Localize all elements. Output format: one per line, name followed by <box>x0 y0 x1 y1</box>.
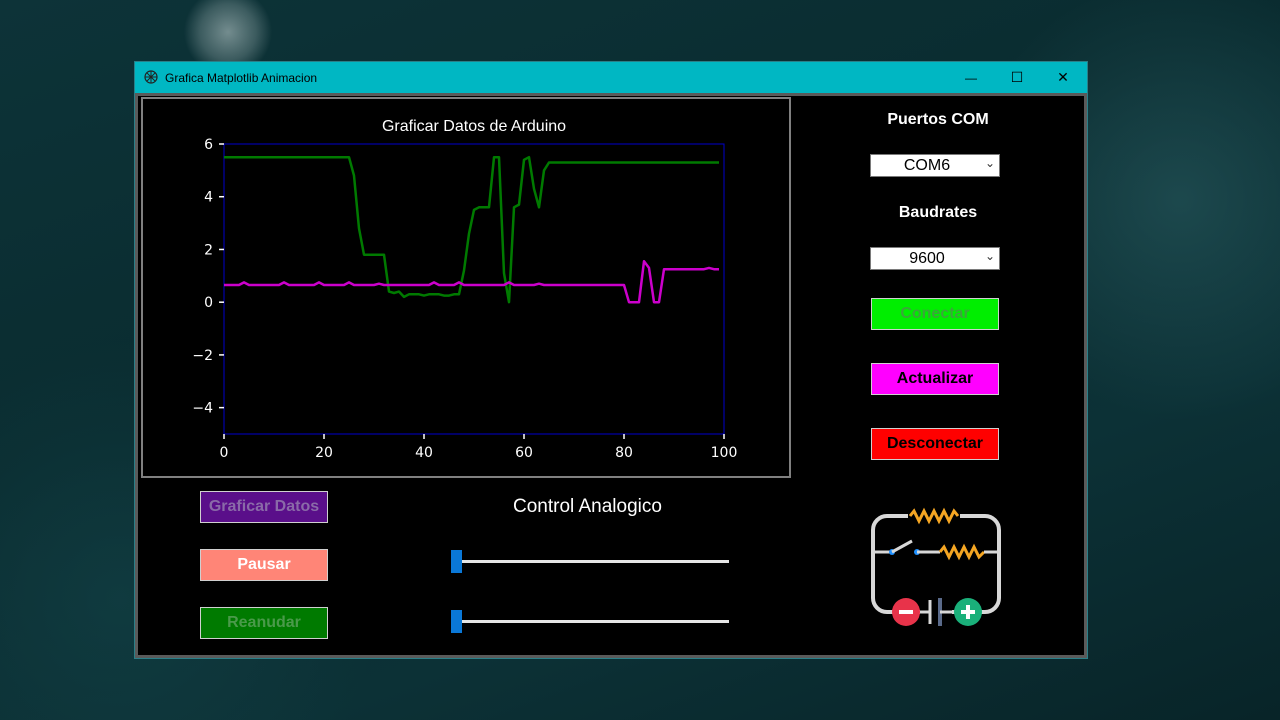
plot-axes-frame <box>223 143 725 435</box>
minimize-icon: — <box>965 71 977 85</box>
chart-title: Graficar Datos de Arduino <box>382 118 566 135</box>
x-tick-label: 80 <box>615 445 633 461</box>
series-line-1 <box>224 155 719 304</box>
x-tick-label: 40 <box>415 445 433 461</box>
close-button[interactable]: ✕ <box>1040 62 1086 93</box>
slider-track[interactable] <box>453 620 729 623</box>
close-icon: ✕ <box>1057 69 1069 85</box>
pause-button[interactable]: Pausar <box>200 549 328 581</box>
baud-select-value: 9600 <box>909 250 945 267</box>
y-tick-label: 2 <box>204 242 213 258</box>
line-chart: Graficar Datos de Arduino0 20 40 60 80 100642… <box>192 118 738 461</box>
x-tick-label: 0 <box>220 445 229 461</box>
window-title: Grafica Matplotlib Animacion <box>165 71 318 85</box>
refresh-button[interactable]: Actualizar <box>871 363 999 395</box>
y-tick-label: −2 <box>192 348 213 364</box>
minimize-button[interactable]: — <box>948 62 994 93</box>
title-bar[interactable]: Grafica Matplotlib Animacion — ☐ ✕ <box>135 62 1087 93</box>
plot-data-button[interactable]: Graficar Datos <box>200 491 328 523</box>
window-client-area: Graficar Datos de Arduino 0 20 40 60 80 100 6 4 2… <box>135 93 1087 658</box>
chevron-down-icon: ⌄ <box>984 156 995 170</box>
y-tick-label: 0 <box>204 295 213 311</box>
port-select-value: COM6 <box>903 157 951 174</box>
x-tick-label: 20 <box>315 445 333 461</box>
disconnect-button[interactable]: Desconectar <box>871 428 999 460</box>
chevron-down-icon: ⌄ <box>984 249 995 263</box>
circuit-diagram-icon <box>871 507 1001 626</box>
slider-thumb[interactable] <box>451 610 462 633</box>
x-tick-label: 100 <box>711 445 738 461</box>
y-tick-label: 4 <box>204 190 213 206</box>
port-select[interactable]: COM6 ⌄ <box>870 154 1000 177</box>
series-line-2 <box>224 260 719 304</box>
plot-canvas: Graficar Datos de Arduino 0 20 40 60 80 100 6 4 2… <box>141 97 791 478</box>
app-logo-icon <box>144 70 158 84</box>
baud-select[interactable]: 9600 ⌄ <box>870 247 1000 270</box>
y-tick-label: 6 <box>204 137 213 153</box>
maximize-icon: ☐ <box>1010 69 1024 85</box>
y-tick-label: −4 <box>192 401 213 417</box>
resume-button[interactable]: Reanudar <box>200 607 328 639</box>
connect-button[interactable]: Conectar <box>871 298 999 330</box>
ports-label: Puertos COM <box>887 111 989 128</box>
app-window: Grafica Matplotlib Animacion — ☐ ✕ Grafi… <box>135 62 1087 658</box>
baud-label: Baudrates <box>898 204 978 221</box>
maximize-button[interactable]: ☐ <box>994 62 1040 93</box>
x-tick-label: 60 <box>515 445 533 461</box>
slider-track[interactable] <box>453 560 729 563</box>
slider-thumb[interactable] <box>451 550 462 573</box>
analog-control-title: Control Analogico <box>513 496 662 517</box>
